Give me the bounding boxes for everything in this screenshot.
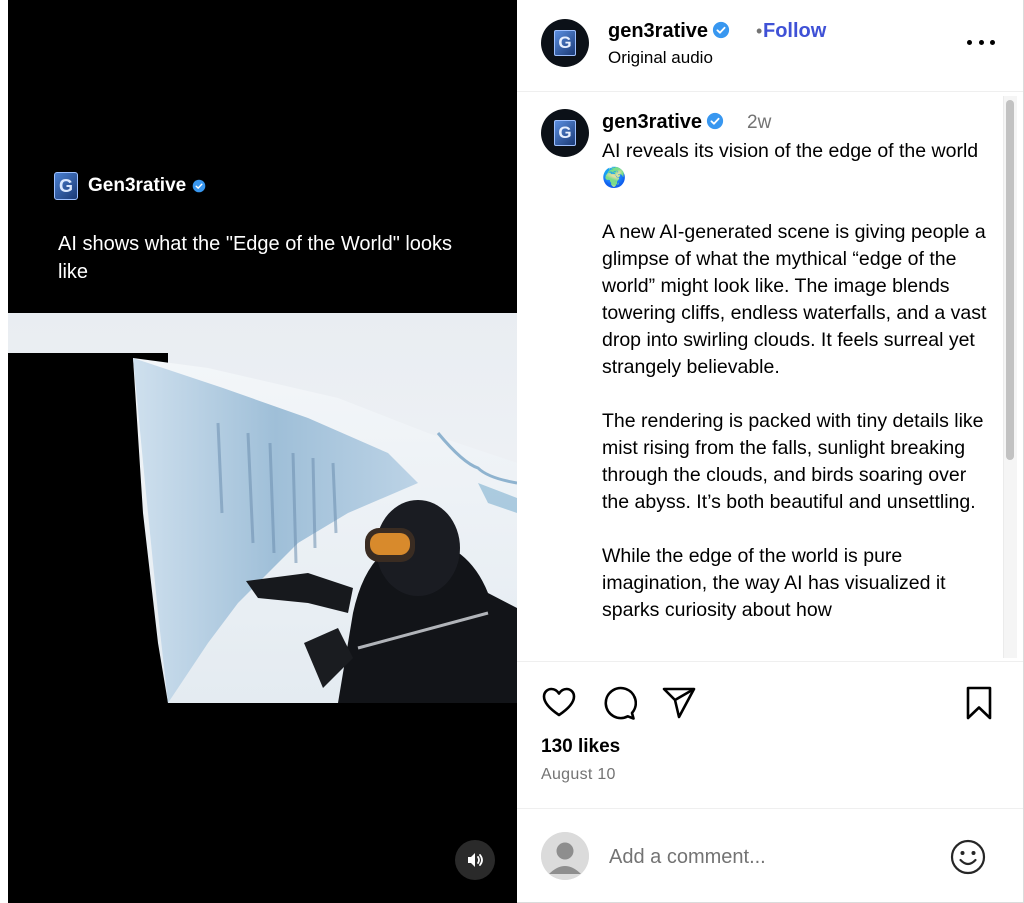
comments-scroll-area[interactable]: G gen3rative 2w AI reveals its vision of… bbox=[517, 92, 1023, 662]
more-dot bbox=[990, 39, 995, 45]
action-bar bbox=[541, 685, 1001, 721]
post-date[interactable]: August 10 bbox=[541, 766, 616, 784]
speaker-icon bbox=[468, 853, 483, 867]
media-panel[interactable]: G Gen3rative AI shows what the "Edge of … bbox=[8, 0, 517, 903]
caption-username: gen3rative bbox=[602, 111, 703, 133]
gen3rative-logo-icon: G bbox=[554, 120, 576, 146]
verified-badge-icon bbox=[712, 21, 730, 39]
like-button[interactable] bbox=[541, 685, 577, 721]
post-dialog: G Gen3rative AI shows what the "Edge of … bbox=[0, 0, 1024, 903]
separator-dot: • bbox=[756, 21, 763, 41]
send-icon bbox=[662, 687, 696, 719]
comment-bar bbox=[517, 808, 1023, 902]
gen3rative-logo-icon: G bbox=[54, 172, 78, 200]
dialog-border bbox=[0, 0, 8, 903]
bookmark-icon bbox=[966, 686, 992, 720]
heart-icon bbox=[542, 687, 576, 717]
more-dot bbox=[978, 39, 984, 45]
caption-author-avatar[interactable]: G bbox=[541, 109, 589, 157]
follow-button[interactable]: Follow bbox=[763, 20, 826, 43]
author-username: gen3rative bbox=[608, 20, 709, 42]
scrollbar-thumb[interactable] bbox=[1006, 100, 1014, 460]
gen3rative-logo-icon: G bbox=[554, 30, 576, 56]
volume-button[interactable] bbox=[455, 840, 495, 880]
likes-count[interactable]: 130 likes bbox=[541, 736, 620, 758]
more-dot bbox=[967, 39, 972, 45]
verified-badge-icon bbox=[192, 179, 206, 193]
comment-button[interactable] bbox=[601, 685, 638, 721]
verified-badge-icon bbox=[706, 112, 724, 130]
author-avatar[interactable]: G bbox=[541, 19, 589, 67]
default-avatar-icon bbox=[541, 832, 589, 880]
video-overlay-title: AI shows what the "Edge of the World" lo… bbox=[58, 233, 453, 283]
post-side-panel: G gen3rative • Follow Original audio G g… bbox=[517, 0, 1024, 903]
video-overlay-account-name: Gen3rative bbox=[88, 175, 187, 196]
caption-username-link[interactable]: gen3rative bbox=[602, 111, 724, 134]
current-user-avatar[interactable] bbox=[541, 832, 589, 880]
video-overlay-account: G Gen3rative bbox=[54, 172, 206, 200]
more-options-icon[interactable] bbox=[967, 30, 995, 54]
save-button[interactable] bbox=[961, 685, 997, 721]
comment-input[interactable] bbox=[609, 843, 919, 871]
author-username-link[interactable]: gen3rative bbox=[608, 20, 730, 43]
post-header: G gen3rative • Follow Original audio bbox=[517, 0, 1023, 92]
caption-timestamp[interactable]: 2w bbox=[747, 112, 771, 134]
comment-icon bbox=[604, 686, 638, 720]
share-button[interactable] bbox=[661, 685, 697, 721]
emoji-button[interactable] bbox=[949, 838, 987, 876]
emoji-icon bbox=[950, 839, 986, 875]
caption-text: AI reveals its vision of the edge of the… bbox=[602, 140, 987, 621]
video-frame-image bbox=[8, 313, 517, 703]
original-audio-link[interactable]: Original audio bbox=[608, 48, 713, 68]
